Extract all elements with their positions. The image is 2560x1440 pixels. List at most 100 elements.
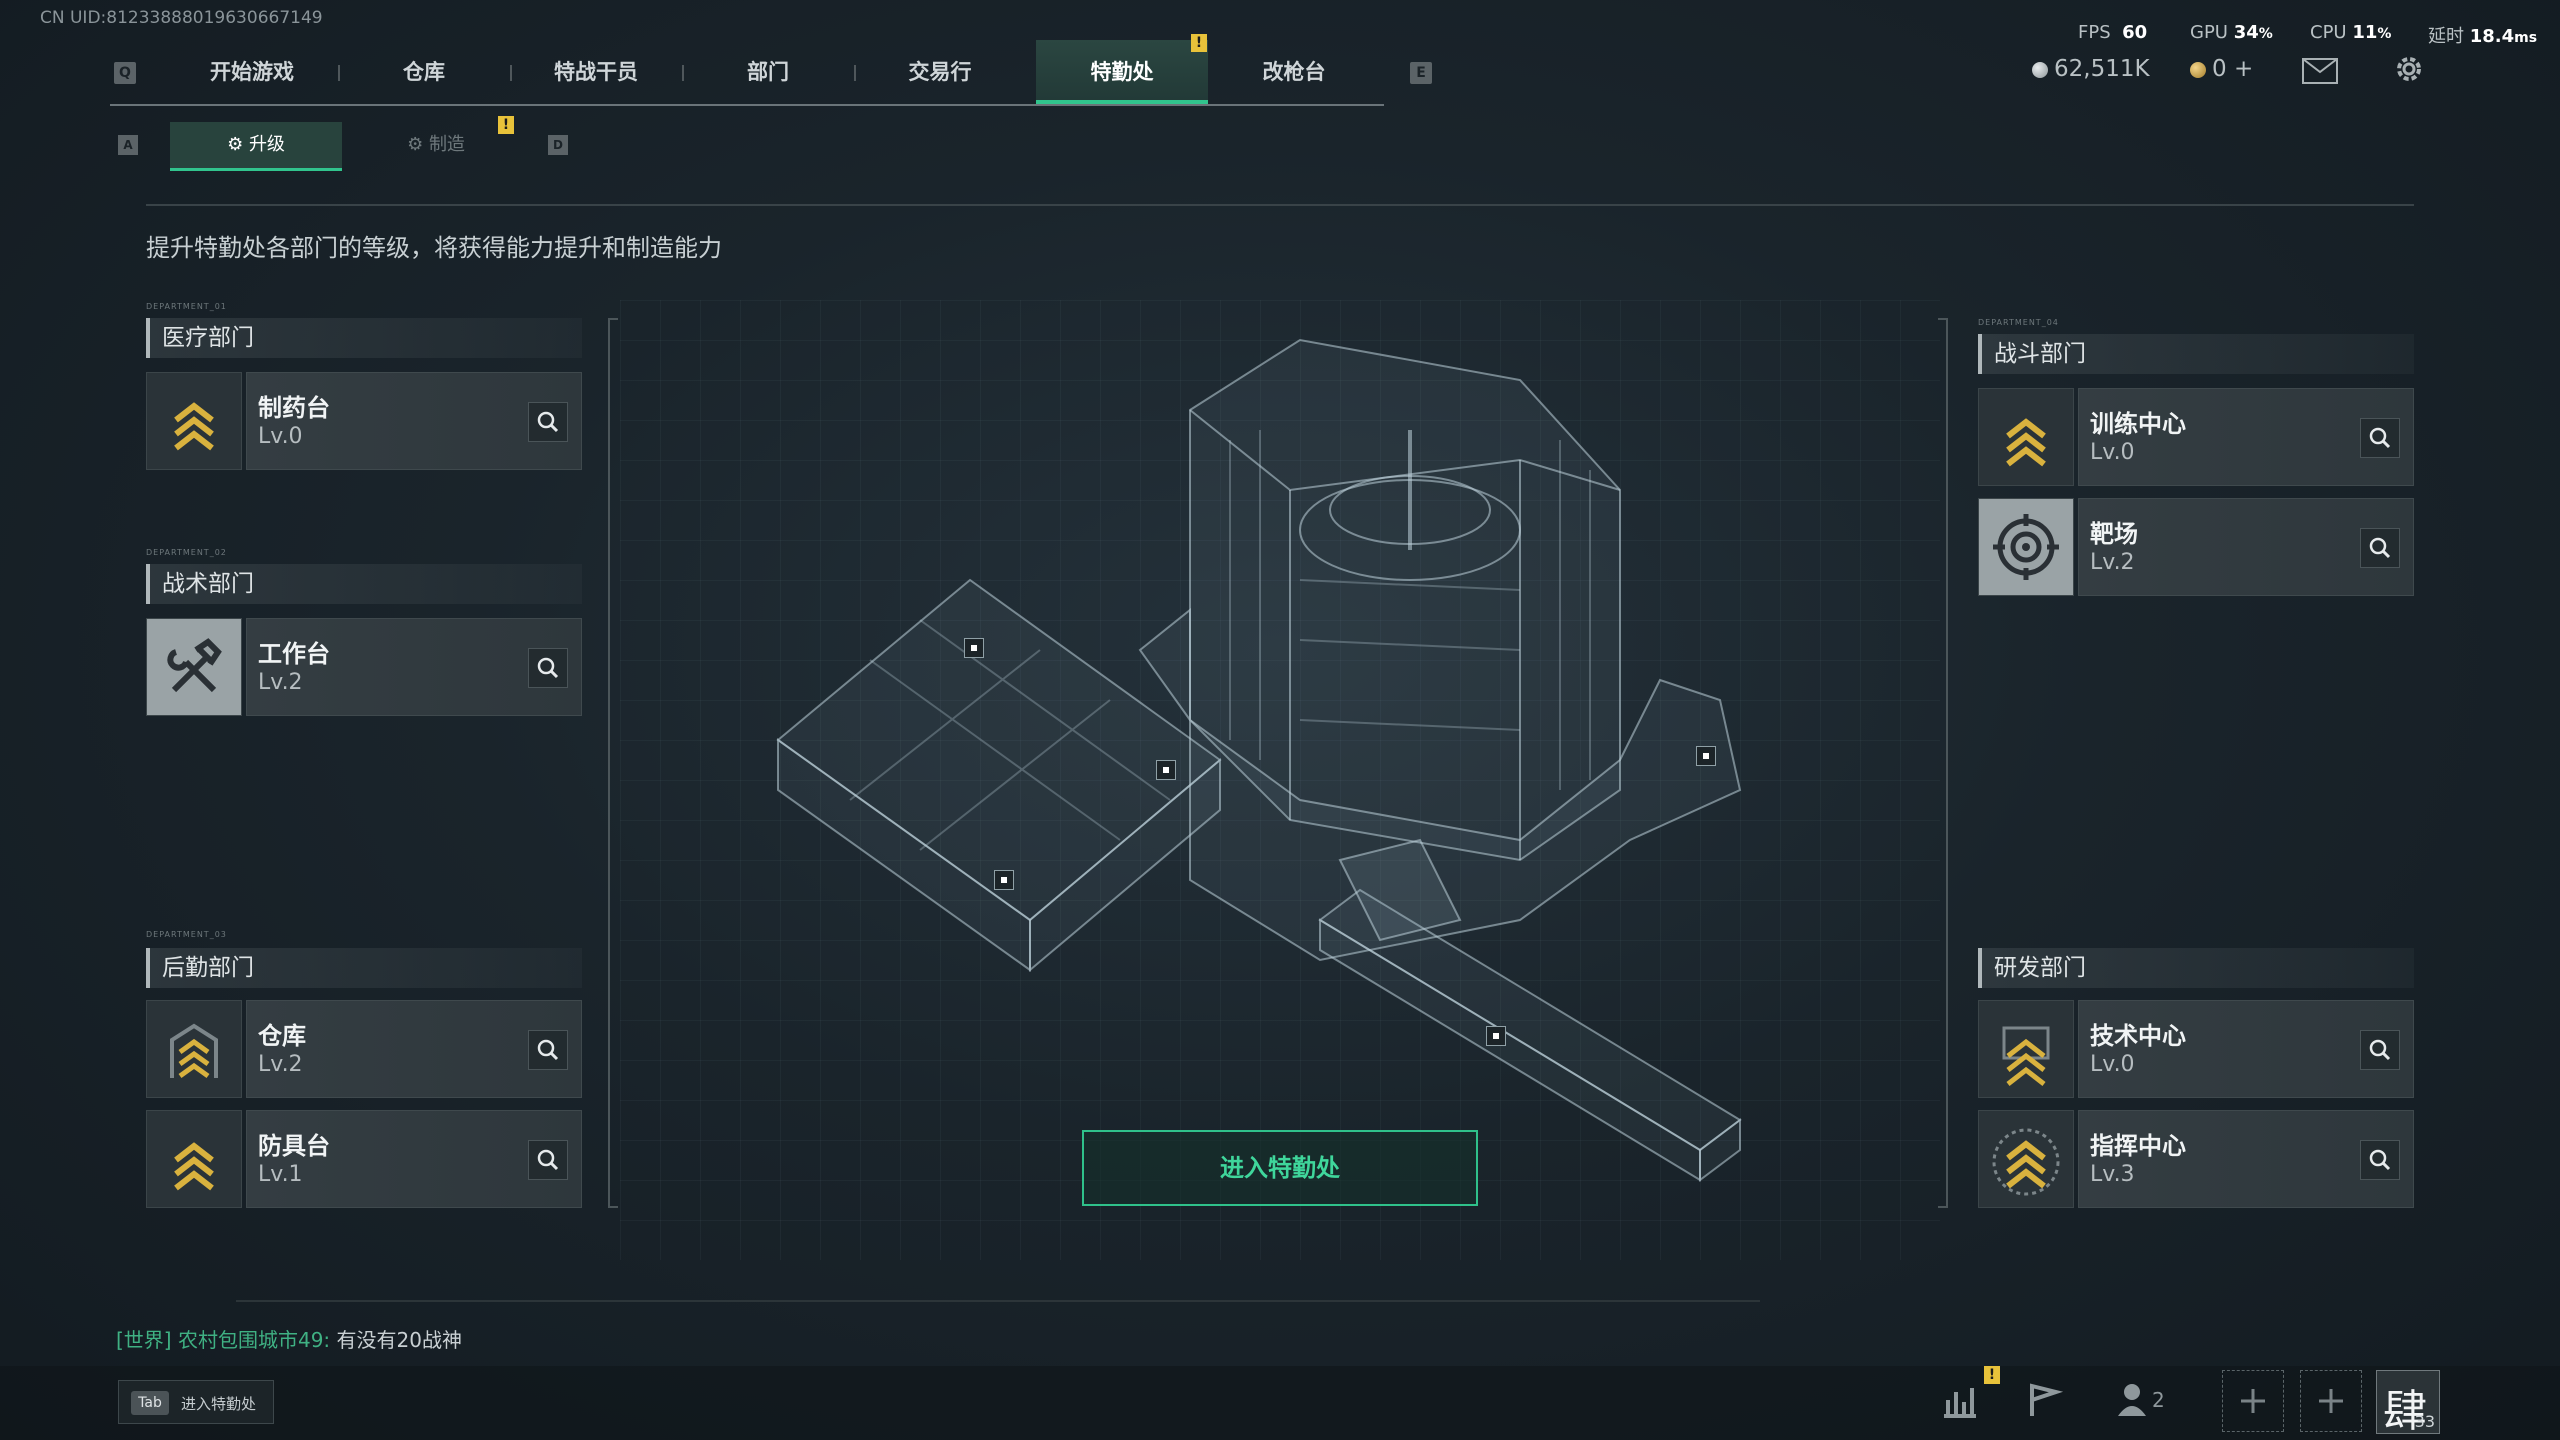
facility-name: 训练中心 [2090,410,2186,438]
tab-warehouse[interactable]: 仓库 [338,40,510,104]
add-icon [2319,1389,2343,1413]
settings-icon[interactable] [2392,52,2426,86]
subtab-next-key[interactable]: D [548,135,568,155]
tab-special-ops[interactable]: 特勤处 [1036,40,1208,104]
left-bracket [608,318,618,1208]
friends-icon [2118,1384,2146,1416]
facility-card-tech-center[interactable]: 技术中心 Lv.0 [1978,1000,2414,1098]
hammer-wrench-icon [146,618,242,716]
search-icon[interactable] [2360,1030,2400,1070]
tab-hint[interactable]: Tab 进入特勤处 [118,1380,274,1424]
friends-button[interactable]: 2 [2112,1372,2168,1428]
facility-level: Lv.2 [258,1052,303,1077]
dept-combat-title: 战斗部门 [1978,334,2414,374]
bottom-divider [236,1300,1760,1302]
facility-card-shooting-range[interactable]: 靶场 Lv.2 [1978,498,2414,596]
tab-operators[interactable]: 特战干员 [510,40,682,104]
player-avatar[interactable]: 肆 33 [2376,1370,2440,1437]
chevron-upgrade-icon [146,372,242,470]
facility-level: Lv.2 [258,670,303,695]
chat-message: 有没有20战神 [336,1328,462,1352]
craft-alert-badge: ! [498,116,514,134]
facility-level: Lv.3 [2090,1162,2135,1187]
dept-medical-title: 医疗部门 [146,318,582,358]
building-hotspot-3[interactable] [994,870,1014,890]
add-gold-button[interactable]: + [2234,56,2253,82]
chevron-upgrade-icon [1978,1110,2074,1208]
special-ops-alert-badge: ! [1191,34,1207,52]
nav-prev-key[interactable]: Q [114,62,136,84]
facility-name: 制药台 [258,394,330,422]
search-icon[interactable] [528,1030,568,1070]
dept-tactical-code: DEPARTMENT_02 [146,548,227,557]
subtab-prev-key[interactable]: A [118,135,138,155]
tab-hint-label: 进入特勤处 [181,1395,257,1413]
facility-name: 技术中心 [2090,1022,2186,1050]
gpu-readout: GPU 34% [2190,22,2273,43]
tab-key: Tab [131,1391,169,1415]
facility-level: Lv.0 [258,424,303,449]
building-hotspot-5[interactable] [1486,1026,1506,1046]
chat-channel: [世界] [116,1328,172,1352]
bottom-bar [0,1366,2560,1440]
latency-readout: 延时 18.4ms [2428,26,2538,47]
building-hotspot-2[interactable] [1156,760,1176,780]
special-ops-building-wireframe[interactable] [760,320,1780,1240]
tab-gunsmith[interactable]: 改枪台 [1208,40,1380,104]
stats-alert-badge: ! [1984,1366,2000,1384]
building-hotspot-1[interactable] [964,638,984,658]
building-hotspot-4[interactable] [1696,746,1716,766]
nav-next-key[interactable]: E [1410,62,1432,84]
tab-departments[interactable]: 部门 [682,40,854,104]
facility-card-workbench[interactable]: 工作台 Lv.2 [146,618,582,716]
silver-currency: 62,511K [2032,56,2150,82]
facility-card-pharmacy[interactable]: 制药台 Lv.0 [146,372,582,470]
facility-card-armor-bench[interactable]: 防具台 Lv.1 [146,1110,582,1208]
player-uid: CN UID:81233888019630667149 [40,8,323,28]
world-chat-line[interactable]: [世界] 农村包围城市49: 有没有20战神 [116,1324,462,1353]
gold-currency[interactable]: 0 + [2190,56,2253,82]
target-icon [1978,498,2074,596]
avatar-level: 33 [2414,1412,2435,1431]
facility-level: Lv.2 [2090,550,2135,575]
search-icon[interactable] [2360,1140,2400,1180]
dept-medical-code: DEPARTMENT_01 [146,302,227,311]
flag-icon[interactable] [2016,1372,2072,1428]
mail-icon[interactable] [2302,58,2338,84]
friends-count: 2 [2152,1388,2165,1412]
enter-special-ops-button[interactable]: 进入特勤处 [1082,1130,1478,1206]
fps-readout: FPS 60 [2078,22,2148,43]
upgrade-icon: ⚙ [227,134,244,155]
craft-icon: ⚙ [407,134,424,155]
chat-sender: 农村包围城市49: [177,1328,331,1352]
tab-start-game[interactable]: 开始游戏 [166,40,338,104]
search-icon[interactable] [528,648,568,688]
facility-name: 指挥中心 [2090,1132,2186,1160]
silver-coin-icon [2032,61,2048,78]
divider [146,204,2414,206]
facility-level: Lv.0 [2090,440,2135,465]
add-slot-2[interactable] [2300,1370,2362,1432]
facility-name: 靶场 [2090,520,2138,548]
chevron-upgrade-icon [1978,388,2074,486]
page-description: 提升特勤处各部门的等级，将获得能力提升和制造能力 [146,234,722,262]
facility-name: 工作台 [258,640,330,668]
chevron-upgrade-icon [146,1000,242,1098]
facility-card-training-center[interactable]: 训练中心 Lv.0 [1978,388,2414,486]
add-slot-1[interactable] [2222,1370,2284,1432]
search-icon[interactable] [528,402,568,442]
search-icon[interactable] [2360,528,2400,568]
stats-icon[interactable] [1932,1372,1988,1428]
chevron-upgrade-icon [1978,1000,2074,1098]
search-icon[interactable] [528,1140,568,1180]
tab-trade[interactable]: 交易行 [854,40,1026,104]
dept-logistics-title: 后勤部门 [146,948,582,988]
tab-craft[interactable]: ⚙ 制造 [350,122,522,168]
facility-name: 仓库 [258,1022,306,1050]
facility-card-storage[interactable]: 仓库 Lv.2 [146,1000,582,1098]
facility-card-command-center[interactable]: 指挥中心 Lv.3 [1978,1110,2414,1208]
add-icon [2241,1389,2265,1413]
chevron-upgrade-icon [146,1110,242,1208]
search-icon[interactable] [2360,418,2400,458]
tab-upgrade[interactable]: ⚙ 升级 [170,122,342,171]
